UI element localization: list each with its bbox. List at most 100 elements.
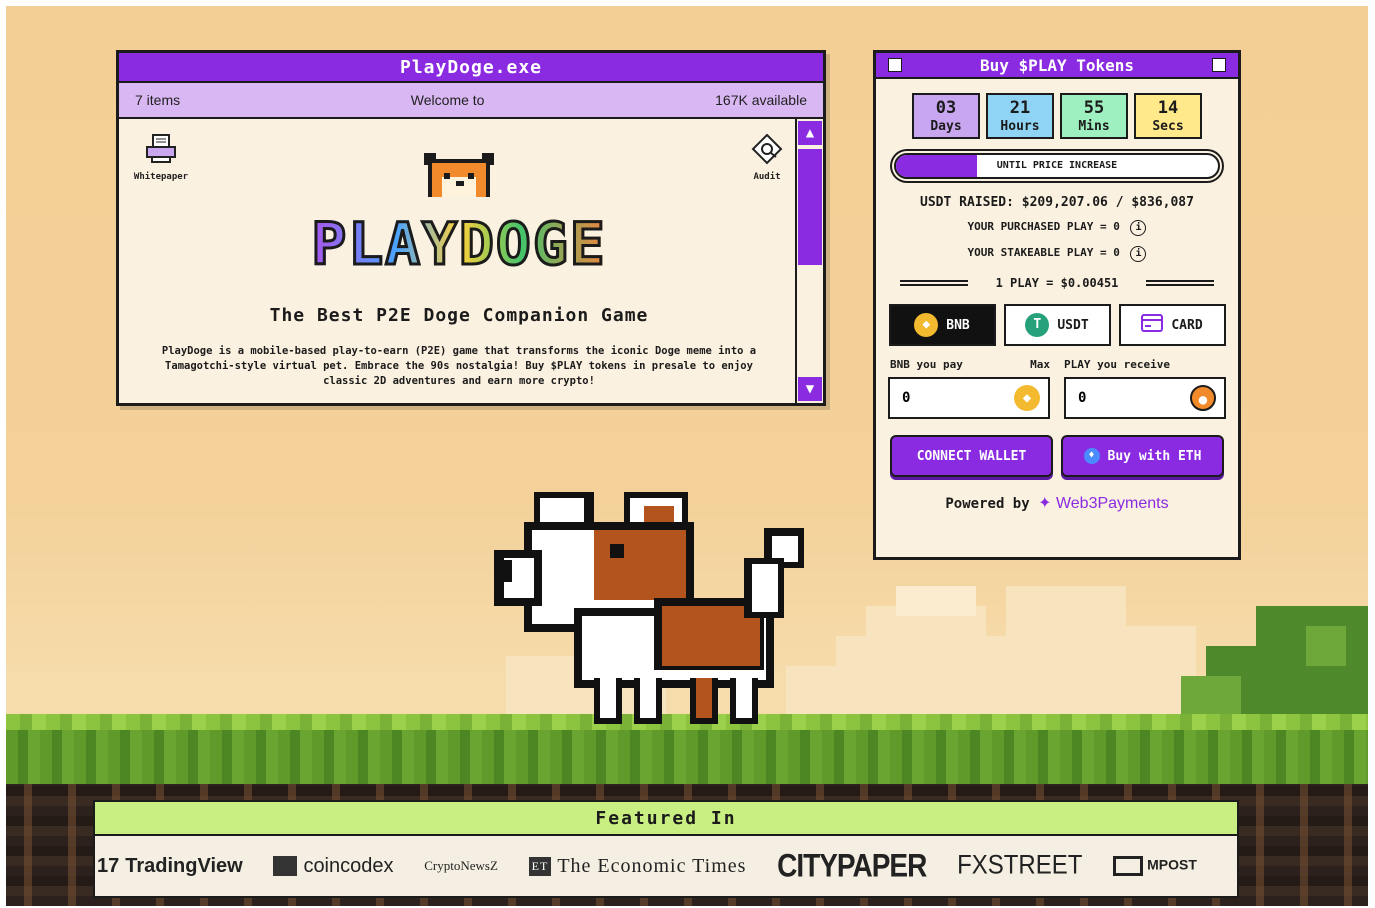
audit-desktop-icon[interactable]: Audit	[745, 133, 789, 182]
countdown-hours: 21 Hours	[986, 93, 1054, 139]
buy-widget-title: Buy $PLAY Tokens	[979, 56, 1135, 75]
countdown-hours-label: Hours	[1000, 119, 1040, 134]
playdoge-window: PlayDoge.exe 7 items Welcome to 167K ava…	[116, 50, 826, 406]
card-icon	[1141, 314, 1164, 336]
max-link[interactable]: Max	[1030, 358, 1050, 371]
description: PlayDoge is a mobile-based play-to-earn …	[161, 345, 757, 387]
bnb-coin-icon: ◆	[1014, 385, 1040, 411]
tradingview-label: TradingView	[125, 854, 243, 877]
window-status-bar: 7 items Welcome to 167K available	[119, 83, 823, 119]
coincodex-icon	[273, 856, 298, 877]
connect-wallet-button[interactable]: CONNECT WALLET	[890, 435, 1053, 477]
featured-in-bar: Featured In 17 TradingView coincodex Cryp…	[93, 800, 1239, 898]
token-rate: 1 PLAY = $0.00451	[876, 276, 1238, 290]
web3payments-label: Web3Payments	[1055, 495, 1169, 512]
featured-in-title: Featured In	[95, 802, 1237, 836]
stakeable-play: YOUR STAKEABLE PLAY = 0	[967, 246, 1120, 259]
pixel-dog-illustration	[494, 492, 804, 724]
mpost-icon	[1113, 856, 1144, 876]
amount-inputs: 0 ◆ 0 ●	[876, 377, 1238, 419]
powered-by: Powered by ✦ Web3Payments	[876, 493, 1238, 513]
countdown-secs: 14 Secs	[1134, 93, 1202, 139]
window-box-icon	[888, 58, 902, 72]
shiba-head-icon	[269, 149, 649, 210]
pay-label: BNB you pay	[890, 358, 963, 371]
tradingview-logo[interactable]: 17 TradingView	[97, 855, 243, 878]
usdt-raised: USDT RAISED: $209,207.06 / $836,087	[920, 195, 1194, 210]
citypaper-logo[interactable]: CITYPAPER	[777, 848, 927, 885]
amount-labels: BNB you pay Max PLAY you receive	[876, 358, 1238, 371]
available-space: 167K available	[715, 92, 807, 108]
progress-label: UNTIL PRICE INCREASE	[996, 160, 1118, 171]
mpost-logo[interactable]: MPOST	[1113, 856, 1197, 876]
economic-times-logo[interactable]: ET The Economic Times	[528, 854, 747, 878]
cryptonewsz-logo[interactable]: CryptoNewsZ	[424, 858, 498, 874]
pay-method-card[interactable]: CARD	[1118, 304, 1226, 346]
playdoge-coin-icon: ●	[1190, 385, 1216, 411]
buy-tokens-widget: Buy $PLAY Tokens 03 Days 21 Hours 55 Min…	[873, 50, 1241, 560]
window-body: Whitepaper Audit PLAYDOGE The Best P2E D…	[119, 119, 823, 403]
coincodex-label: coincodex	[303, 854, 394, 877]
countdown-days-value: 03	[935, 98, 957, 118]
pay-amount-input[interactable]: 0 ◆	[888, 377, 1050, 419]
printer-icon	[133, 133, 189, 172]
countdown-days-label: Days	[930, 119, 962, 134]
tagline: The Best P2E Doge Companion Game	[269, 305, 649, 326]
web3payments-icon: ✦	[1038, 495, 1052, 512]
presale-countdown: 03 Days 21 Hours 55 Mins 14 Secs	[876, 93, 1238, 139]
web3payments-logo[interactable]: ✦ Web3Payments	[1038, 495, 1169, 512]
usdt-icon: T	[1025, 313, 1050, 337]
tradingview-icon: 17	[97, 854, 120, 877]
countdown-hours-value: 21	[1009, 98, 1031, 118]
pay-method-usdt-label: USDT	[1057, 317, 1089, 333]
purchased-play-line: YOUR PURCHASED PLAY = 0 i	[876, 220, 1238, 236]
token-rate-text: 1 PLAY = $0.00451	[995, 276, 1119, 290]
buy-with-eth-button[interactable]: ♦ Buy with ETH	[1061, 435, 1224, 477]
grass	[6, 730, 1368, 790]
divider	[1146, 280, 1215, 286]
receive-amount-value: 0	[1078, 390, 1087, 406]
purchased-play: YOUR PURCHASED PLAY = 0	[967, 220, 1120, 233]
pay-amount-value: 0	[902, 390, 911, 406]
price-increase-progress: UNTIL PRICE INCREASE	[894, 153, 1220, 179]
pay-method-bnb[interactable]: ◆ BNB	[888, 304, 996, 346]
countdown-secs-value: 14	[1157, 98, 1179, 118]
countdown-mins-value: 55	[1083, 98, 1105, 118]
playdoge-logo: PLAYDOGE	[269, 149, 649, 278]
divider	[899, 280, 968, 286]
countdown-days: 03 Days	[912, 93, 980, 139]
logo-wordmark: PLAYDOGE	[303, 210, 614, 278]
coincodex-logo[interactable]: coincodex	[273, 854, 394, 878]
receive-amount-input[interactable]: 0 ●	[1064, 377, 1226, 419]
powered-by-label: Powered by	[945, 496, 1030, 512]
buy-with-eth-label: Buy with ETH	[1107, 448, 1202, 464]
audit-label: Audit	[753, 172, 781, 182]
pay-method-bnb-label: BNB	[946, 317, 970, 333]
welcome-text: Welcome to	[410, 92, 485, 108]
scroll-thumb[interactable]	[798, 149, 822, 265]
countdown-secs-label: Secs	[1152, 119, 1184, 134]
window-title: PlayDoge.exe	[119, 53, 823, 83]
whitepaper-label: Whitepaper	[133, 172, 189, 182]
countdown-mins-label: Mins	[1078, 119, 1110, 134]
mpost-label: MPOST	[1147, 856, 1197, 873]
bnb-icon: ◆	[914, 313, 939, 337]
scroll-up-button[interactable]: ▲	[798, 121, 822, 145]
items-count: 7 items	[135, 92, 181, 108]
featured-brands: 17 TradingView coincodex CryptoNewsZ ET Th…	[95, 836, 1237, 896]
window-scrollbar[interactable]: ▲ ▼	[795, 119, 823, 403]
whitepaper-desktop-icon[interactable]: Whitepaper	[133, 133, 189, 182]
buy-widget-title-bar: Buy $PLAY Tokens	[876, 53, 1238, 79]
payment-methods: ◆ BNB T USDT CARD	[876, 304, 1238, 346]
countdown-mins: 55 Mins	[1060, 93, 1128, 139]
et-icon: ET	[528, 857, 552, 877]
fxstreet-logo[interactable]: FXSTREET	[957, 851, 1082, 882]
stakeable-play-line: YOUR STAKEABLE PLAY = 0 i	[876, 246, 1238, 262]
info-icon[interactable]: i	[1130, 246, 1147, 262]
pay-method-usdt[interactable]: T USDT	[1003, 304, 1111, 346]
economic-times-label: The Economic Times	[557, 854, 747, 877]
scroll-down-button[interactable]: ▼	[798, 377, 822, 401]
pay-method-card-label: CARD	[1171, 317, 1203, 333]
window-maximize-icon	[1212, 58, 1226, 72]
info-icon[interactable]: i	[1130, 220, 1147, 236]
